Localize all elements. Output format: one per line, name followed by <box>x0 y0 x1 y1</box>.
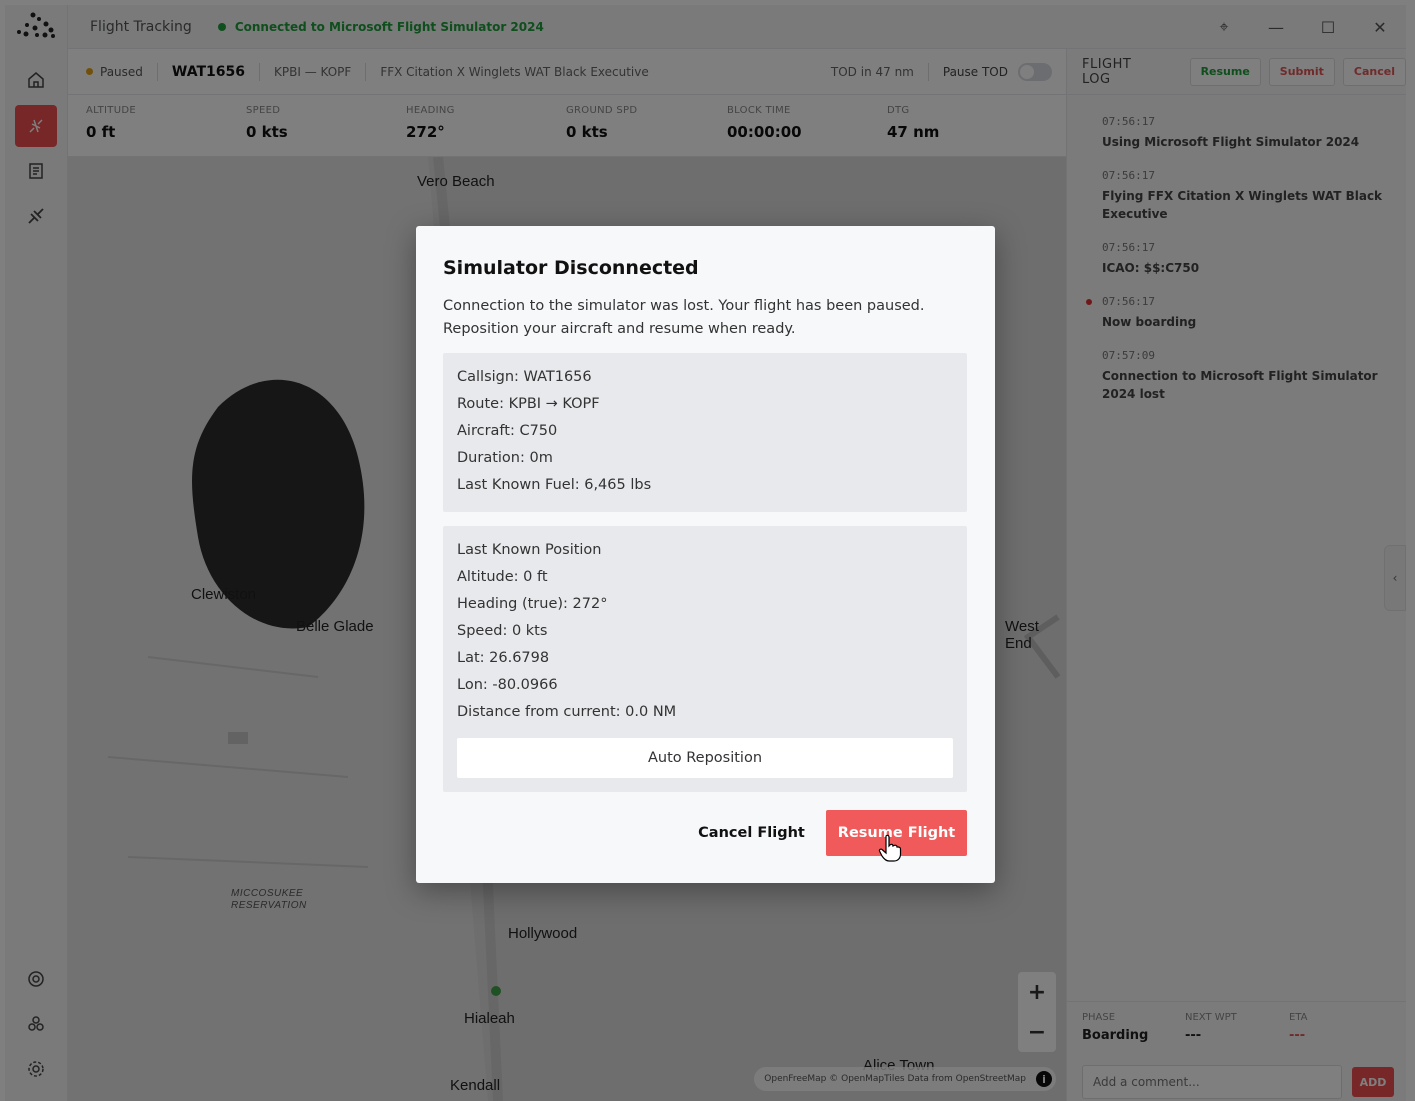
fuel-info: Last Known Fuel: 6,465 lbs <box>457 477 652 493</box>
altitude-info: Altitude: 0 ft <box>457 569 548 585</box>
duration-info: Duration: 0m <box>457 450 553 466</box>
description-line: Reposition your aircraft and resume when… <box>443 321 796 337</box>
dialog-title: Simulator Disconnected <box>443 257 699 279</box>
aircraft-info: Aircraft: C750 <box>457 423 558 439</box>
speed-info: Speed: 0 kts <box>457 623 548 639</box>
distance-info: Distance from current: 0.0 NM <box>457 704 677 720</box>
hand-cursor-icon <box>878 834 902 862</box>
position-heading: Last Known Position <box>457 542 602 558</box>
position-info-box: Last Known Position Altitude: 0 ft Headi… <box>443 526 967 792</box>
description-line: Connection to the simulator was lost. Yo… <box>443 298 925 314</box>
flight-info-box: Callsign: WAT1656 Route: KPBI → KOPF Air… <box>443 353 967 512</box>
cancel-flight-button[interactable]: Cancel Flight <box>694 810 809 856</box>
simulator-disconnected-dialog: Simulator Disconnected Connection to the… <box>416 226 995 883</box>
dialog-description: Connection to the simulator was lost. Yo… <box>443 295 963 341</box>
longitude-info: Lon: -80.0966 <box>457 677 558 693</box>
route-info: Route: KPBI → KOPF <box>457 396 600 412</box>
callsign-info: Callsign: WAT1656 <box>457 369 592 385</box>
auto-reposition-button[interactable]: Auto Reposition <box>457 738 953 778</box>
latitude-info: Lat: 26.6798 <box>457 650 550 666</box>
heading-info: Heading (true): 272° <box>457 596 608 612</box>
